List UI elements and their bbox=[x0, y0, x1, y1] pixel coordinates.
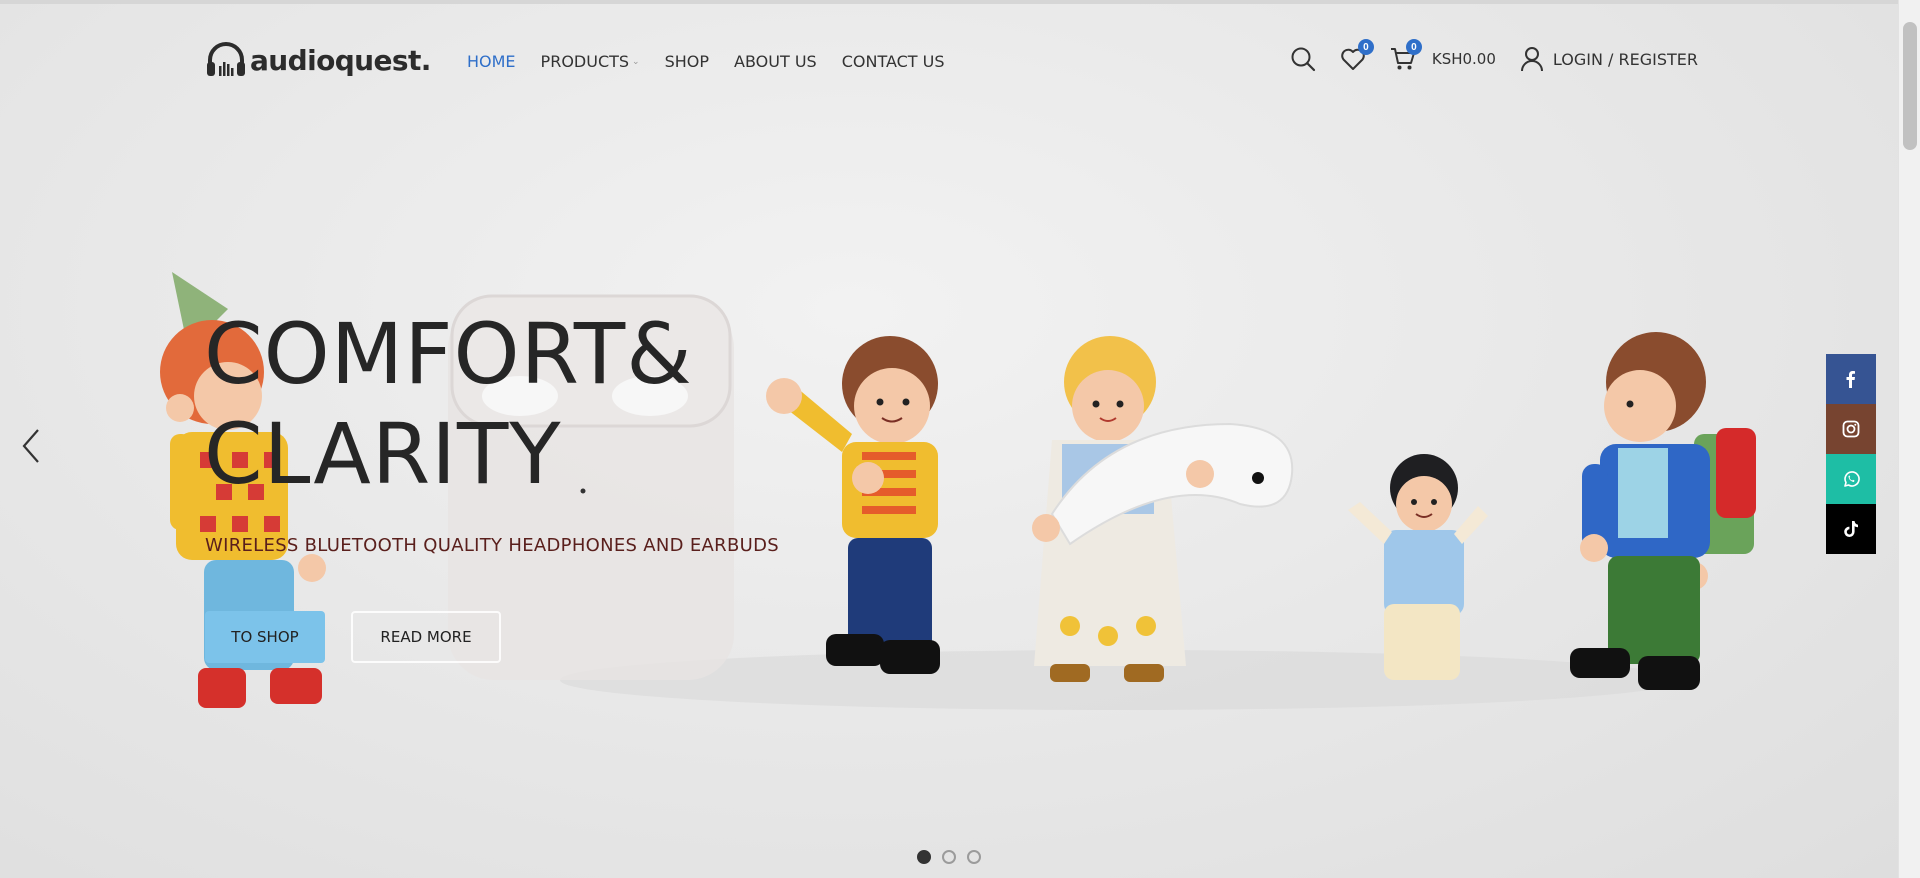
to-shop-button[interactable]: TO SHOP bbox=[205, 611, 325, 663]
instagram-icon bbox=[1842, 420, 1860, 438]
wishlist-count-badge: 0 bbox=[1357, 39, 1374, 55]
nav-item-home[interactable]: HOME bbox=[467, 52, 516, 71]
chevron-left-icon bbox=[22, 429, 39, 463]
tiktok-link[interactable] bbox=[1826, 504, 1876, 554]
login-register-label: LOGIN / REGISTER bbox=[1552, 49, 1698, 69]
cart-total: KSH0.00 bbox=[1431, 50, 1496, 68]
whatsapp-link[interactable] bbox=[1826, 454, 1876, 504]
cart-count-badge: 0 bbox=[1405, 39, 1422, 55]
main-nav: HOME PRODUCTS ⌄ SHOP ABOUT US CONTACT US bbox=[467, 52, 945, 71]
page: audioquest. HOME PRODUCTS ⌄ SHOP ABOUT U… bbox=[0, 4, 1898, 878]
hero-title: COMFORT& CLARITY bbox=[204, 305, 693, 503]
tiktok-icon bbox=[1844, 521, 1858, 537]
hero-subtitle: WIRELESS BLUETOOTH QUALITY HEADPHONES AN… bbox=[205, 535, 779, 556]
facebook-link[interactable] bbox=[1826, 354, 1876, 404]
headphones-logo-icon bbox=[207, 42, 245, 76]
page-scrollbar[interactable] bbox=[1898, 0, 1920, 878]
nav-item-products[interactable]: PRODUCTS ⌄ bbox=[541, 52, 640, 71]
slider-pagination bbox=[917, 850, 981, 864]
search-icon bbox=[1291, 47, 1315, 72]
nav-item-about-us[interactable]: ABOUT US bbox=[734, 52, 817, 71]
brand-name: audioquest. bbox=[250, 43, 431, 77]
slider-dot-2[interactable] bbox=[942, 850, 956, 864]
header-tools: 0 0 KSH0.00 LOGIN / REGISTER bbox=[1266, 39, 1698, 72]
slider-prev-button[interactable] bbox=[20, 428, 42, 469]
nav-item-products-label: PRODUCTS bbox=[540, 52, 630, 71]
search-button[interactable] bbox=[1290, 46, 1316, 72]
scrollbar-thumb[interactable] bbox=[1903, 22, 1917, 150]
login-register-link[interactable]: LOGIN / REGISTER bbox=[1520, 46, 1698, 72]
nav-item-contact-us[interactable]: CONTACT US bbox=[842, 52, 945, 71]
nav-item-shop[interactable]: SHOP bbox=[665, 52, 709, 71]
slider-dot-1[interactable] bbox=[917, 850, 931, 864]
read-more-button[interactable]: READ MORE bbox=[351, 611, 501, 663]
cart-button[interactable]: 0 KSH0.00 bbox=[1390, 39, 1496, 71]
chevron-down-icon: ⌄ bbox=[632, 56, 640, 67]
whatsapp-icon bbox=[1844, 471, 1860, 487]
slider-dot-3[interactable] bbox=[967, 850, 981, 864]
brand-logo[interactable]: audioquest. bbox=[206, 42, 431, 78]
social-sticky-bar bbox=[1826, 354, 1876, 554]
facebook-icon bbox=[1846, 371, 1855, 388]
site-header: audioquest. HOME PRODUCTS ⌄ SHOP ABOUT U… bbox=[0, 4, 1898, 114]
instagram-link[interactable] bbox=[1826, 404, 1876, 454]
user-icon bbox=[1520, 47, 1543, 72]
wishlist-button[interactable]: 0 bbox=[1340, 39, 1374, 71]
